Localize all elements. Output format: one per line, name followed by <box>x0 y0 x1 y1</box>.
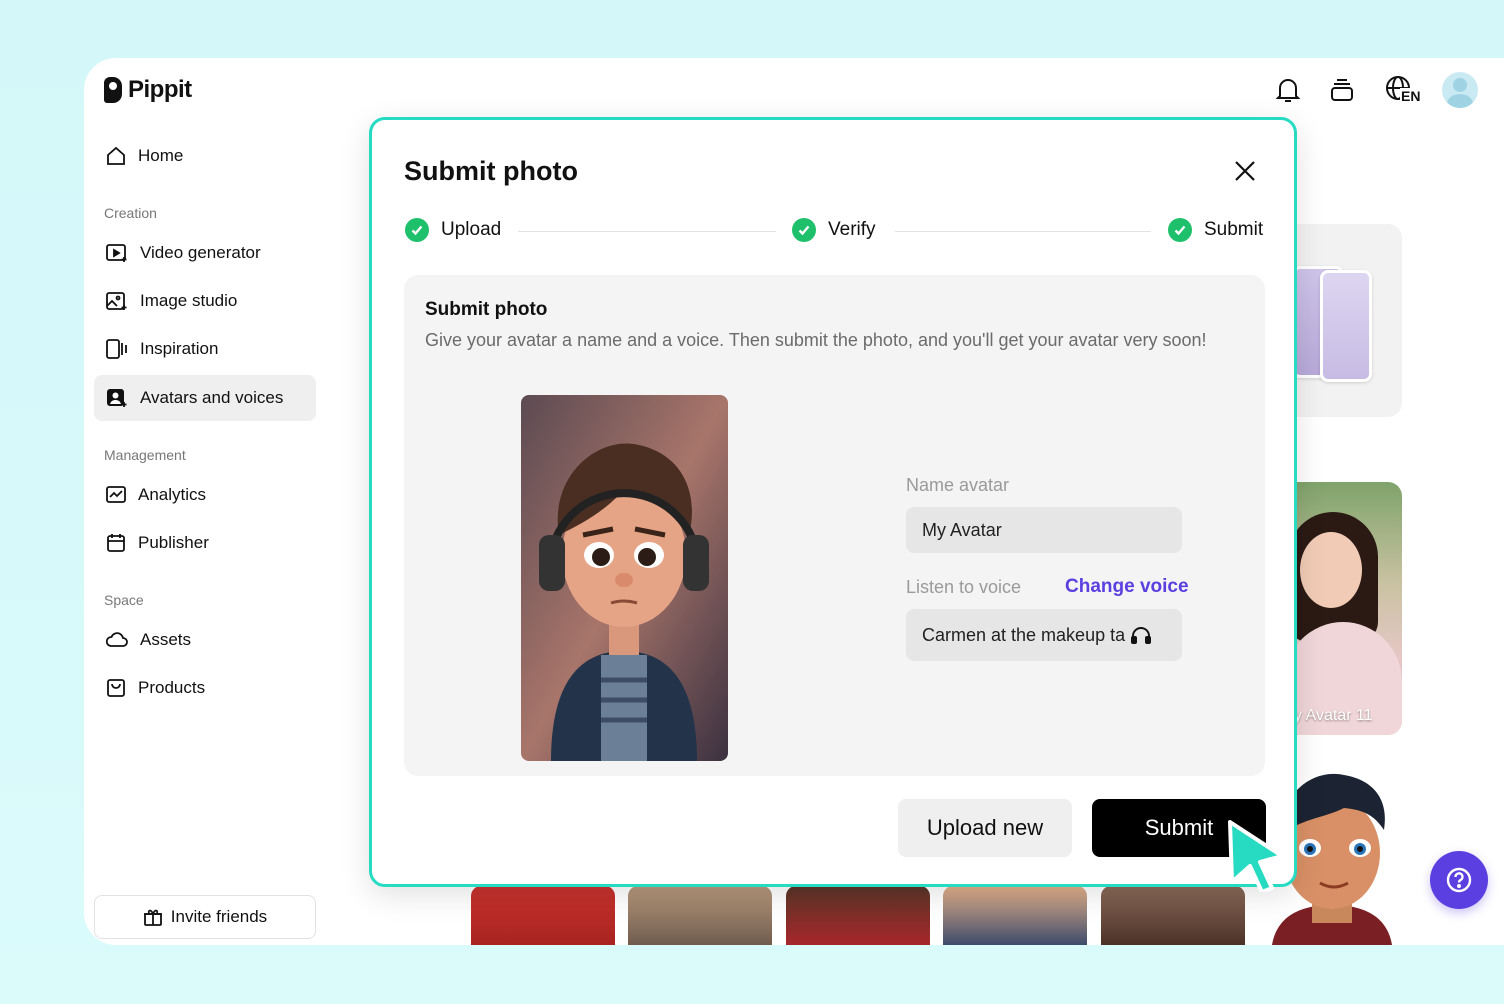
globe-icon[interactable]: EN <box>1380 74 1422 106</box>
template-thumbnail <box>1320 270 1372 382</box>
sidebar-item-avatars-and-voices[interactable]: Avatars and voices <box>94 375 316 421</box>
avatar-card-label: y Avatar 11 <box>1294 707 1373 724</box>
logo-text: Pippit <box>128 76 192 103</box>
listen-to-voice-label: Listen to voice <box>906 577 1022 597</box>
step-verify: Verify <box>792 218 876 242</box>
sidebar-item-label: Assets <box>140 630 192 649</box>
analytics-icon <box>106 486 126 503</box>
sidebar-item-analytics[interactable]: Analytics <box>94 472 316 518</box>
dialog-title: Submit photo <box>404 156 578 186</box>
sidebar-item-products[interactable]: Products <box>94 665 316 711</box>
avatar-thumbnail[interactable] <box>786 886 930 945</box>
product-bag-icon <box>107 679 125 697</box>
voice-selector[interactable]: Carmen at the makeup ta <box>906 609 1182 661</box>
video-plus-icon <box>106 244 127 262</box>
sidebar-item-label: Avatars and voices <box>140 388 284 407</box>
stack-icon[interactable] <box>1326 74 1358 106</box>
sidebar-item-video-generator[interactable]: Video generator <box>94 230 316 276</box>
sidebar-item-label: Video generator <box>140 243 261 262</box>
section-label-management: Management <box>104 447 186 463</box>
step-label: Upload <box>441 219 502 240</box>
step-connector <box>895 231 1151 232</box>
section-label-creation: Creation <box>104 205 157 221</box>
invite-friends-label: Invite friends <box>170 907 268 926</box>
sidebar-item-label: Image studio <box>140 291 238 310</box>
sidebar-item-label: Inspiration <box>140 339 219 358</box>
language-label: EN <box>1400 88 1422 104</box>
sidebar-item-assets[interactable]: Assets <box>94 617 316 663</box>
help-icon <box>1446 867 1472 893</box>
uploaded-photo <box>521 395 728 761</box>
user-avatar[interactable] <box>1442 72 1478 108</box>
step-label: Submit <box>1204 219 1264 240</box>
step-upload: Upload <box>405 218 501 242</box>
avatar-thumbnail[interactable] <box>628 886 772 945</box>
close-button[interactable] <box>1232 158 1258 184</box>
avatar-thumbnail[interactable] <box>471 886 615 945</box>
image-sparkle-icon <box>106 292 127 310</box>
avatar-card[interactable]: y Avatar 11 <box>1284 482 1402 735</box>
step-submit: Submit <box>1168 218 1263 242</box>
invite-friends-button[interactable]: Invite friends <box>94 895 316 939</box>
sidebar-item-home[interactable]: Home <box>94 133 316 179</box>
bell-icon[interactable] <box>1272 74 1304 106</box>
sidebar-item-publisher[interactable]: Publisher <box>94 520 316 566</box>
name-avatar-label: Name avatar <box>906 475 1010 495</box>
panel-title: Submit photo <box>425 299 548 320</box>
close-icon <box>1235 161 1255 181</box>
avatar-icon <box>107 389 127 407</box>
gift-icon <box>143 909 162 926</box>
panel-description: Give your avatar a name and a voice. The… <box>425 330 1207 350</box>
change-voice-link[interactable]: Change voice <box>1065 576 1189 598</box>
logo-mark-icon <box>104 77 122 103</box>
cloud-icon <box>106 632 128 647</box>
check-icon <box>1168 218 1192 242</box>
home-icon <box>107 146 125 165</box>
sidebar-item-image-studio[interactable]: Image studio <box>94 278 316 324</box>
voice-name: Carmen at the makeup ta <box>922 624 1126 645</box>
sidebar: Home Creation Video generator Image stud… <box>84 128 324 945</box>
calendar-icon <box>107 534 125 552</box>
sidebar-item-inspiration[interactable]: Inspiration <box>94 326 316 372</box>
header-actions: EN <box>1272 72 1478 108</box>
section-label-space: Space <box>104 592 144 608</box>
sidebar-item-label: Home <box>138 146 184 165</box>
sidebar-item-label: Publisher <box>138 533 209 552</box>
step-label: Verify <box>828 219 876 240</box>
submit-photo-dialog: Submit photo Upload Verify Submit Submit… <box>369 117 1297 887</box>
pippit-logo[interactable]: Pippit <box>104 76 192 104</box>
avatar-thumbnail[interactable] <box>1101 886 1245 945</box>
cursor-icon <box>1228 820 1284 892</box>
headphones-icon[interactable] <box>1131 626 1152 644</box>
avatar-thumbnail[interactable] <box>943 886 1087 945</box>
check-icon <box>405 218 429 242</box>
submit-panel: Submit photo Give your avatar a name and… <box>404 275 1265 776</box>
check-icon <box>792 218 816 242</box>
sidebar-item-label: Analytics <box>138 485 207 504</box>
inspiration-icon <box>106 339 127 359</box>
sidebar-item-label: Products <box>138 678 206 697</box>
step-connector <box>518 231 776 232</box>
help-button[interactable] <box>1430 851 1488 909</box>
upload-new-button[interactable]: Upload new <box>898 799 1072 857</box>
avatar-name-input[interactable]: My Avatar <box>906 507 1182 553</box>
